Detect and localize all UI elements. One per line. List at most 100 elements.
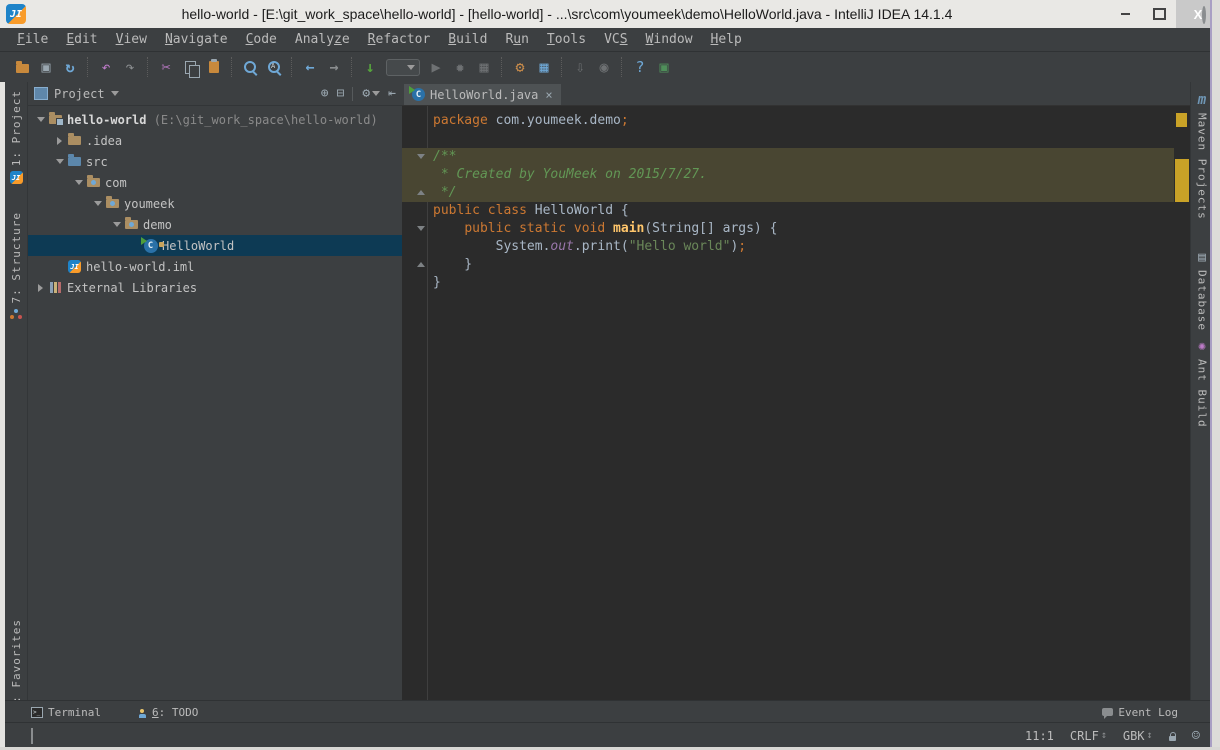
stripe-button-maven-projects[interactable]: mMaven Projects <box>1196 92 1209 220</box>
toolbar-android-icon[interactable]: ◉ <box>593 57 615 77</box>
menu-build[interactable]: Build <box>439 30 496 49</box>
maximize-button[interactable] <box>1142 0 1176 28</box>
collapse-all-button[interactable]: ⊟ <box>337 86 345 101</box>
code-line-8[interactable]: System.out.print("Hello world"); <box>402 238 1174 256</box>
toolbar-save-all-icon[interactable]: ▣ <box>35 57 57 77</box>
tree-row-youmeek[interactable]: youmeek <box>28 193 402 214</box>
menu-refactor[interactable]: Refactor <box>359 30 440 49</box>
toolbar-copy-icon[interactable] <box>179 57 201 77</box>
unlock-icon <box>1169 736 1176 741</box>
menu-tools[interactable]: Tools <box>538 30 595 49</box>
close-tab-icon[interactable]: × <box>545 88 552 102</box>
tool-window-switcher-button[interactable] <box>31 729 33 743</box>
menu-help[interactable]: Help <box>702 30 751 49</box>
menu-file[interactable]: File <box>8 30 57 49</box>
gear-icon[interactable]: ⚙ <box>362 86 380 101</box>
fold-marker-icon[interactable] <box>416 188 425 197</box>
stripe-button-7-structure[interactable]: 7: Structure <box>10 212 23 318</box>
code-line-6[interactable]: public class HelloWorld { <box>402 202 1174 220</box>
menu-code[interactable]: Code <box>237 30 286 49</box>
toolbar-undo-icon[interactable]: ↶ <box>95 57 117 77</box>
tree-arrow-icon[interactable] <box>53 159 66 164</box>
menu-navigate[interactable]: Navigate <box>156 30 237 49</box>
terminal-button[interactable]: >_ Terminal <box>31 706 101 719</box>
toolbar-debug-icon[interactable]: ✹ <box>449 57 471 77</box>
tree-arrow-icon[interactable] <box>34 284 47 292</box>
tree-row-src[interactable]: src <box>28 151 402 172</box>
toolbar-update-project-icon[interactable]: ↓ <box>359 57 381 77</box>
code-editor[interactable]: package com.youmeek.demo; /** * Created b… <box>402 106 1190 701</box>
window-border-right[interactable] <box>1210 0 1220 750</box>
toolbar-separator <box>87 57 89 77</box>
menu-run[interactable]: Run <box>496 30 537 49</box>
code-line-4[interactable]: * Created by YouMeek on 2015/7/27. <box>402 166 1174 184</box>
tree-arrow-icon[interactable] <box>53 137 66 145</box>
fold-marker-icon[interactable] <box>416 224 425 233</box>
tree-row-demo[interactable]: demo <box>28 214 402 235</box>
hide-panel-button[interactable]: ⇤ <box>388 86 396 101</box>
code-line-9[interactable]: } <box>402 256 1174 274</box>
code-line-7[interactable]: public static void main(String[] args) { <box>402 220 1174 238</box>
toolbar-forward-icon[interactable]: → <box>323 57 345 77</box>
chevron-down-icon[interactable] <box>111 91 119 96</box>
toolbar-cut-icon[interactable]: ✂ <box>155 57 177 77</box>
error-stripe-mark[interactable] <box>1176 113 1187 127</box>
stripe-button-database[interactable]: ▤Database <box>1196 250 1209 331</box>
caret-position-widget[interactable]: 11:1 <box>1025 729 1054 743</box>
hector-inspector-button[interactable]: ☺ <box>1192 728 1200 744</box>
fold-marker-icon[interactable] <box>416 260 425 269</box>
toolbar-open-icon[interactable] <box>11 57 33 77</box>
tree-arrow-icon[interactable] <box>91 201 104 206</box>
tree-row-com[interactable]: com <box>28 172 402 193</box>
stripe-button-1-project[interactable]: 1: ProjectJI <box>10 90 23 184</box>
toolbar-help-icon[interactable]: ? <box>629 57 651 77</box>
toolbar-settings-icon[interactable]: ⚙ <box>509 57 531 77</box>
search-everywhere-button[interactable] <box>1202 8 1206 22</box>
toolbar-coverage-icon[interactable]: ▦ <box>473 57 495 77</box>
menu-vcs[interactable]: VCS <box>595 30 636 49</box>
menu-analyze[interactable]: Analyze <box>286 30 359 49</box>
toolbar-replace-icon[interactable]: A <box>263 57 285 77</box>
src-folder-icon <box>66 157 83 166</box>
line-separator-widget[interactable]: CRLF <box>1070 729 1107 743</box>
tree-row-hello-world-iml[interactable]: JIhello-world.iml <box>28 256 402 277</box>
tab-helloworld-java[interactable]: C HelloWorld.java × <box>404 84 561 105</box>
tree-arrow-icon[interactable] <box>110 222 123 227</box>
minimize-button[interactable] <box>1108 0 1142 28</box>
code-line-10[interactable]: } <box>402 274 1174 292</box>
toolbar-save-format-icon[interactable]: ▣ <box>653 57 675 77</box>
toolbar-export-icon[interactable]: ⇩ <box>569 57 591 77</box>
project-panel-title: Project <box>54 87 105 101</box>
event-log-button[interactable]: Event Log <box>1102 706 1178 719</box>
tree-row-hello-world[interactable]: hello-world (E:\git_work_space\hello-wor… <box>28 109 402 130</box>
tree-arrow-icon[interactable] <box>72 180 85 185</box>
toolbar-find-icon[interactable] <box>239 57 261 77</box>
title-bar[interactable]: JI hello-world - [E:\git_work_space\hell… <box>0 0 1220 28</box>
toolbar-paste-icon[interactable] <box>203 57 225 77</box>
tree-row--idea[interactable]: .idea <box>28 130 402 151</box>
todo-button[interactable]: 6: TODO <box>139 706 198 719</box>
menu-view[interactable]: View <box>107 30 156 49</box>
menu-edit[interactable]: Edit <box>57 30 106 49</box>
locate-file-button[interactable]: ⊕ <box>321 86 329 101</box>
stripe-button-ant-build[interactable]: ✺Ant Build <box>1196 339 1209 428</box>
tree-arrow-icon[interactable] <box>34 117 47 122</box>
toolbar-back-icon[interactable]: ← <box>299 57 321 77</box>
menu-window[interactable]: Window <box>637 30 702 49</box>
readonly-toggle[interactable] <box>1169 731 1176 741</box>
toolbar-redo-icon[interactable]: ↷ <box>119 57 141 77</box>
code-line-1[interactable]: package com.youmeek.demo; <box>402 112 1174 130</box>
fold-marker-icon[interactable] <box>416 152 425 161</box>
class-icon: C <box>142 239 159 253</box>
encoding-widget[interactable]: GBK <box>1123 729 1153 743</box>
code-line-3[interactable]: /** <box>402 148 1174 166</box>
error-stripe-mark[interactable] <box>1175 159 1189 202</box>
toolbar-run-icon[interactable]: ▶ <box>425 57 447 77</box>
tree-row-helloworld[interactable]: CHelloWorld <box>28 235 402 256</box>
toolbar-project-structure-icon[interactable]: ▦ <box>533 57 555 77</box>
toolbar-sync-icon[interactable]: ↻ <box>59 57 81 77</box>
code-line-5[interactable]: */ <box>402 184 1174 202</box>
tree-row-external-libraries[interactable]: External Libraries <box>28 277 402 298</box>
code-line-2[interactable] <box>402 130 1174 148</box>
run-config-combo[interactable] <box>386 59 420 76</box>
